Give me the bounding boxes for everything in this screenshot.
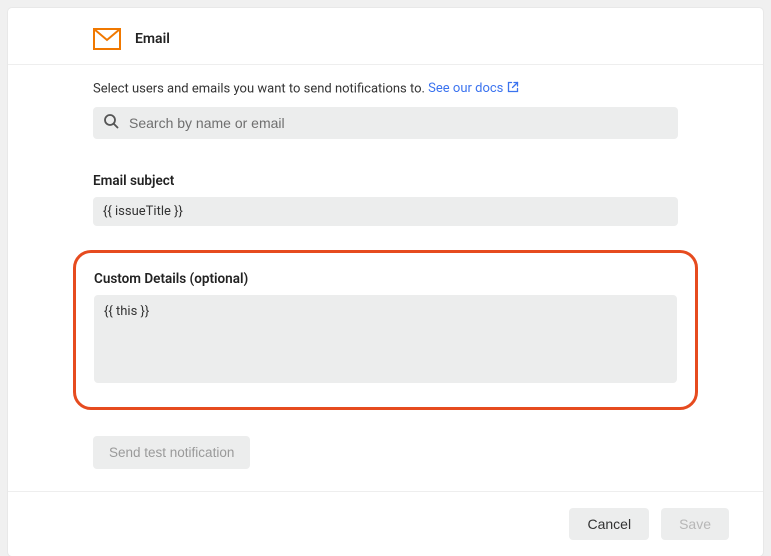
panel-title: Email [135, 31, 170, 47]
intro-text: Select users and emails you want to send… [93, 81, 678, 97]
subject-label: Email subject [93, 173, 678, 189]
panel-footer: Cancel Save [8, 491, 763, 556]
custom-details-textarea[interactable] [94, 295, 677, 383]
search-field-wrap[interactable] [93, 107, 678, 139]
send-test-button[interactable]: Send test notification [93, 436, 250, 469]
custom-details-label: Custom Details (optional) [94, 271, 677, 287]
docs-link[interactable]: See our docs [428, 81, 519, 96]
search-icon [103, 113, 119, 133]
email-settings-panel: Email Select users and emails you want t… [8, 8, 763, 556]
panel-content: Select users and emails you want to send… [8, 65, 763, 491]
external-link-icon [507, 81, 519, 97]
intro-message: Select users and emails you want to send… [93, 81, 428, 96]
search-input[interactable] [129, 115, 668, 131]
save-button[interactable]: Save [661, 508, 729, 540]
email-icon [93, 28, 121, 50]
subject-block: Email subject [93, 173, 678, 226]
highlight-annotation: Custom Details (optional) [73, 250, 698, 410]
cancel-button[interactable]: Cancel [569, 508, 649, 540]
panel-header: Email [8, 8, 763, 65]
subject-input[interactable] [93, 197, 678, 226]
